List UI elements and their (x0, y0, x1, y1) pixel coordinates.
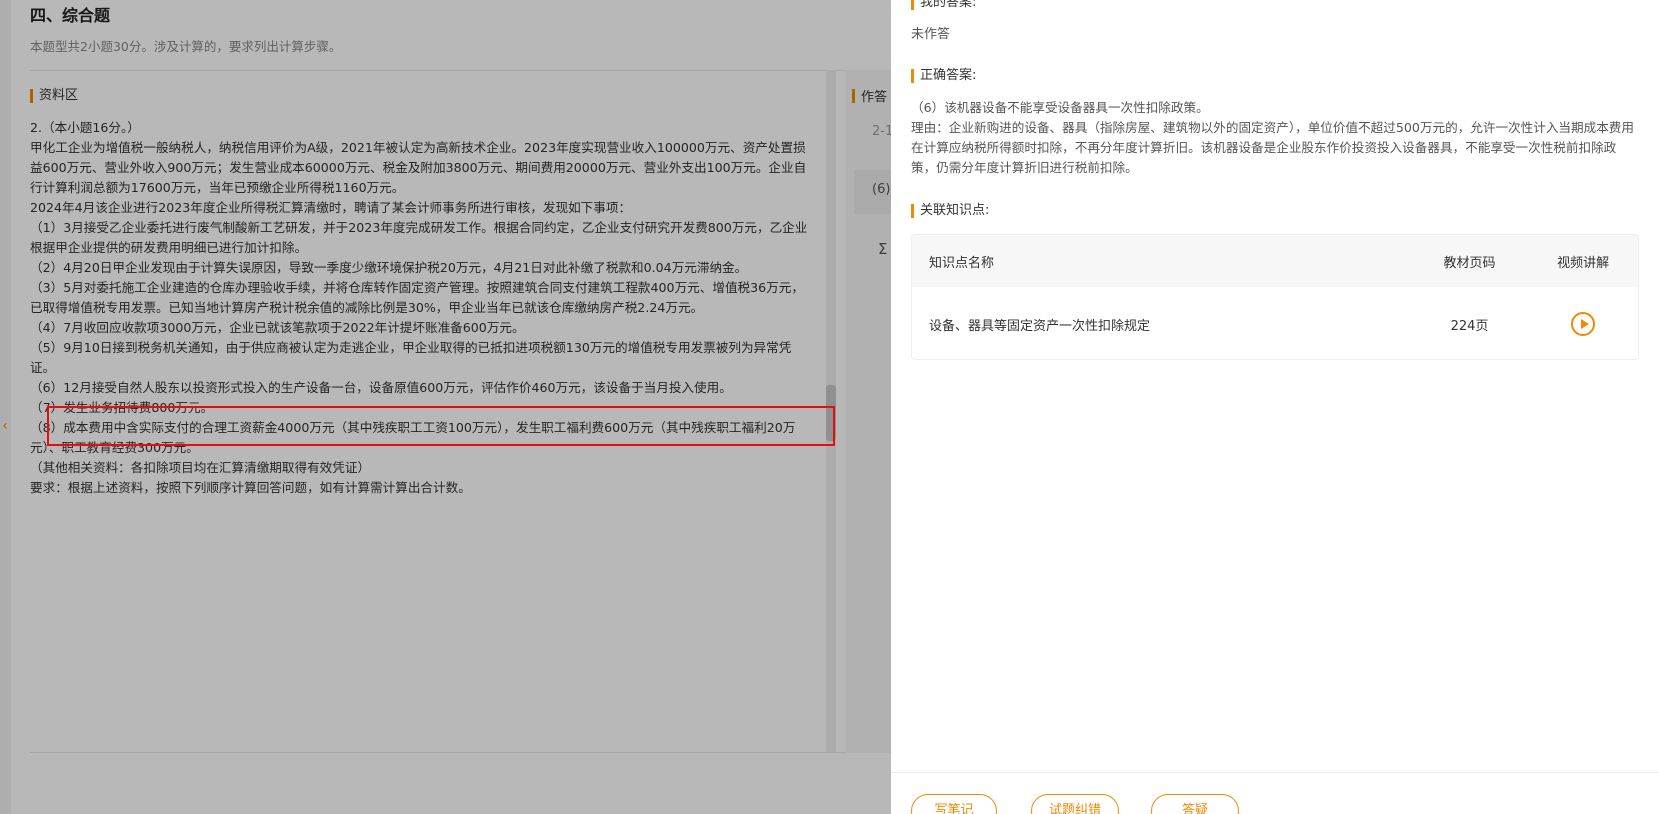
knowledge-name[interactable]: 设备、器具等固定资产一次性扣除规定 (912, 315, 1411, 334)
video-cell (1528, 312, 1638, 336)
column-header-page: 教材页码 (1443, 255, 1496, 271)
qa-button[interactable]: 答疑 (1151, 794, 1239, 814)
knowledge-label: 关联知识点: (911, 202, 989, 220)
column-header-video: 视频讲解 (1557, 255, 1610, 271)
correct-answer-line: （6）该机器设备不能享受设备器具一次性扣除政策。 (911, 100, 1209, 115)
table-header: 知识点名称 教材页码 视频讲解 (912, 235, 1638, 287)
my-answer-label: 我的答案: (911, 0, 976, 12)
my-answer-value: 未作答 (911, 27, 951, 42)
play-icon[interactable] (1571, 312, 1596, 336)
column-header-name: 知识点名称 (929, 255, 995, 271)
write-notes-button[interactable]: 写笔记 (911, 794, 997, 814)
table-row: 设备、器具等固定资产一次性扣除规定 224页 (912, 287, 1638, 359)
highlight-box (47, 406, 835, 446)
divider (891, 772, 1659, 773)
correct-answer-line: 理由：企业新购进的设备、器具（指除房屋、建筑物以外的固定资产），单位价值不超过5… (911, 120, 1634, 175)
correct-answer-label: 正确答案: (911, 67, 976, 85)
correct-answer-text: （6）该机器设备不能享受设备器具一次性扣除政策。 理由：企业新购进的设备、器具（… (911, 98, 1639, 178)
report-error-button[interactable]: 试题纠错 (1031, 794, 1119, 814)
answer-drawer: 我的答案: 未作答 正确答案: （6）该机器设备不能享受设备器具一次性扣除政策。… (891, 0, 1659, 814)
knowledge-table: 知识点名称 教材页码 视频讲解 设备、器具等固定资产一次性扣除规定 224页 (911, 234, 1639, 360)
knowledge-page: 224页 (1450, 318, 1489, 334)
